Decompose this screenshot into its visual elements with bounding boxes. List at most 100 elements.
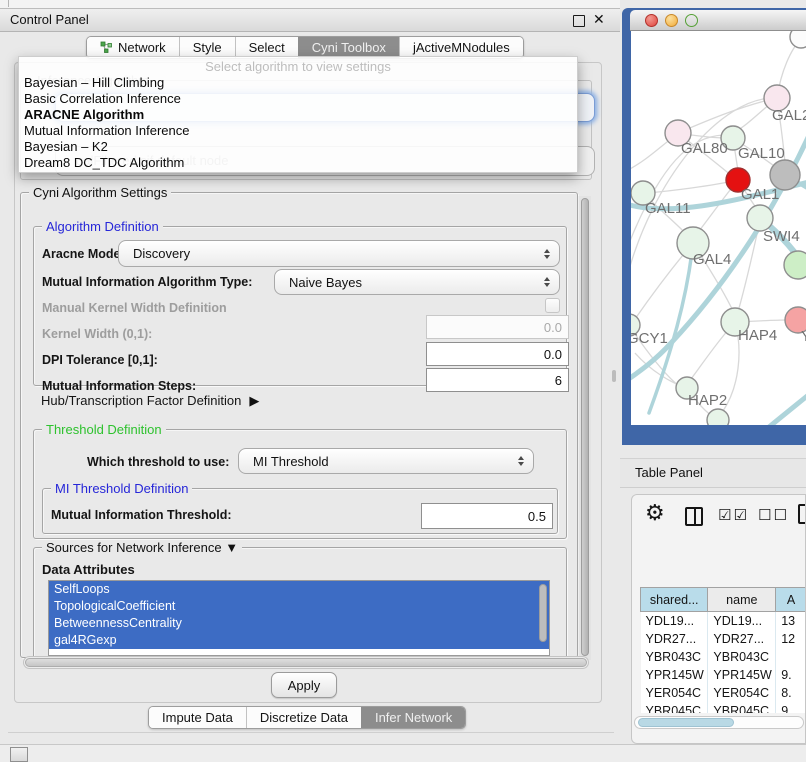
cell[interactable]: 9. — [776, 702, 806, 713]
algorithm-dropdown-popup: Select algorithm to view settings Bayesi… — [18, 56, 578, 173]
export-table-icon[interactable] — [798, 504, 806, 524]
cell[interactable]: YER054C — [641, 684, 708, 702]
close-traffic-light[interactable] — [645, 14, 658, 27]
tab-discretize-data-label: Discretize Data — [260, 710, 348, 725]
aracne-mode-label: Aracne Mode: — [42, 247, 125, 261]
collapsed-panel-icon[interactable] — [10, 747, 28, 762]
tab-select[interactable]: Select — [235, 37, 298, 58]
node-label: HAP4 — [738, 327, 777, 344]
node-unlabeled[interactable] — [707, 409, 729, 425]
tab-jactivemnodules[interactable]: jActiveMNodules — [399, 37, 523, 58]
cell[interactable]: 12 — [776, 630, 806, 648]
column-header[interactable]: name — [708, 588, 776, 612]
panel-splitter-handle[interactable] — [612, 370, 616, 382]
table-horizontal-scrollbar[interactable] — [634, 716, 804, 729]
apply-button-label: Apply — [288, 678, 321, 693]
threshold-definition-group: Threshold Definition Which threshold to … — [33, 429, 567, 539]
settings-vertical-scrollbar-thumb[interactable] — [581, 198, 589, 656]
cyni-bottom-tab-bar: Impute Data Discretize Data Infer Networ… — [148, 706, 466, 729]
node-label: Y — [801, 328, 806, 345]
spinner-arrows-icon — [518, 456, 524, 466]
attribute-item[interactable]: SelfLoops — [49, 581, 549, 598]
cell[interactable]: 13 — [776, 612, 806, 631]
table-scroll-area[interactable]: shared... name A YDL19...YDL19...13 YDR2… — [636, 541, 806, 713]
tab-cyni-toolbox[interactable]: Cyni Toolbox — [298, 37, 399, 58]
cell[interactable]: YDR27... — [708, 630, 776, 648]
node-unlabeled[interactable] — [784, 251, 806, 279]
hub-definition-toggle[interactable]: Hub/Transcription Factor Definition▶ — [41, 393, 259, 409]
tab-network[interactable]: Network — [87, 37, 179, 58]
cyni-algorithm-settings-title: Cyni Algorithm Settings — [29, 185, 171, 200]
cell[interactable]: YPR145W — [641, 666, 708, 684]
which-threshold-combo[interactable]: MI Threshold — [238, 448, 534, 474]
dpi-tolerance-input[interactable] — [426, 342, 569, 366]
collapsed-arrow-icon: ▶ — [249, 393, 259, 409]
column-header[interactable]: A — [776, 588, 806, 612]
table-horizontal-scrollbar-thumb[interactable] — [638, 718, 734, 727]
cell[interactable]: YBR043C — [641, 648, 708, 666]
algorithm-option-selected[interactable]: ARACNE Algorithm — [19, 107, 577, 123]
minimize-traffic-light[interactable] — [665, 14, 678, 27]
cell[interactable]: 9. — [776, 666, 806, 684]
node-label: GAL1 — [741, 186, 779, 203]
algorithm-option[interactable]: Bayesian – K2 — [19, 139, 577, 155]
cell[interactable]: YDL19... — [708, 612, 776, 631]
algorithm-option[interactable]: Bayesian – Hill Climbing — [19, 75, 577, 91]
settings-horizontal-scrollbar-thumb[interactable] — [25, 658, 587, 667]
mi-algorithm-type-label: Mutual Information Algorithm Type: — [42, 275, 252, 289]
node-table: shared... name A YDL19...YDL19...13 YDR2… — [640, 587, 806, 713]
float-window-icon[interactable] — [573, 15, 585, 27]
attribute-item[interactable]: TopologicalCoefficient — [49, 598, 549, 615]
tab-style[interactable]: Style — [179, 37, 235, 58]
cell[interactable]: YBR043C — [708, 648, 776, 666]
network-window-titlebar[interactable] — [630, 10, 806, 31]
cell[interactable]: YPR145W — [708, 666, 776, 684]
cell[interactable]: YDR27... — [641, 630, 708, 648]
apply-button[interactable]: Apply — [271, 672, 337, 698]
cell[interactable] — [776, 648, 806, 666]
node-label: HAP2 — [688, 392, 727, 409]
node-unlabeled[interactable] — [790, 31, 806, 48]
column-layout-icon[interactable] — [685, 507, 703, 526]
select-all-checkboxes-icon[interactable]: ☑☑ — [718, 506, 749, 524]
node-label: GAL4 — [693, 251, 731, 268]
algorithm-option[interactable]: Mutual Information Inference — [19, 123, 577, 139]
mi-threshold-input[interactable] — [421, 503, 553, 529]
tab-discretize-data[interactable]: Discretize Data — [246, 707, 361, 728]
kernel-width-input[interactable] — [426, 315, 569, 339]
sources-toggle[interactable]: Sources for Network Inference ▼ — [42, 540, 242, 555]
cell[interactable]: YBR045C — [708, 702, 776, 713]
mi-threshold-label: Mutual Information Threshold: — [51, 508, 232, 522]
attributes-scrollbar-thumb[interactable] — [539, 584, 547, 642]
mi-algorithm-type-value: Naive Bayes — [289, 275, 362, 290]
network-view-canvas[interactable]: GAL2 GAL80 GAL10 GAL1 GAL11 SWI4 GAL4 GC… — [631, 31, 806, 425]
mi-algorithm-type-combo[interactable]: Naive Bayes — [274, 269, 560, 295]
algorithm-option[interactable]: Basic Correlation Inference — [19, 91, 577, 107]
algorithm-placeholder: Select algorithm to view settings — [19, 59, 577, 75]
settings-horizontal-scrollbar[interactable] — [23, 656, 589, 669]
column-header[interactable]: shared... — [641, 588, 708, 612]
algorithm-option[interactable]: Dream8 DC_TDC Algorithm — [19, 155, 577, 171]
cyni-algorithm-settings-group: Cyni Algorithm Settings Algorithm Defini… — [20, 192, 578, 658]
manual-kernel-width-checkbox[interactable] — [545, 298, 560, 313]
deselect-all-checkboxes-icon[interactable]: ☐☐ — [758, 506, 789, 524]
desktop: Control Panel ✕ Network Style Select Cyn… — [0, 0, 806, 762]
gear-icon[interactable]: ⚙ — [645, 500, 665, 526]
tab-impute-data[interactable]: Impute Data — [149, 707, 246, 728]
which-threshold-value: MI Threshold — [253, 454, 329, 469]
attribute-item[interactable]: BetweennessCentrality — [49, 615, 549, 632]
attribute-item[interactable]: gal4RGexp — [49, 632, 549, 649]
settings-vertical-scrollbar[interactable] — [578, 196, 591, 660]
cell[interactable]: YER054C — [708, 684, 776, 702]
mi-steps-input[interactable] — [426, 368, 569, 392]
close-icon[interactable]: ✕ — [593, 11, 605, 28]
network-icon — [100, 41, 113, 54]
cell[interactable]: YDL19... — [641, 612, 708, 631]
cell[interactable]: YBR045C — [641, 702, 708, 713]
tab-infer-network[interactable]: Infer Network — [361, 707, 465, 728]
aracne-mode-combo[interactable]: Discovery — [118, 240, 560, 267]
table-panel-titlebar: Table Panel — [620, 458, 806, 488]
spinner-arrows-icon — [544, 249, 550, 259]
zoom-traffic-light[interactable] — [685, 14, 698, 27]
cell[interactable]: 8. — [776, 684, 806, 702]
